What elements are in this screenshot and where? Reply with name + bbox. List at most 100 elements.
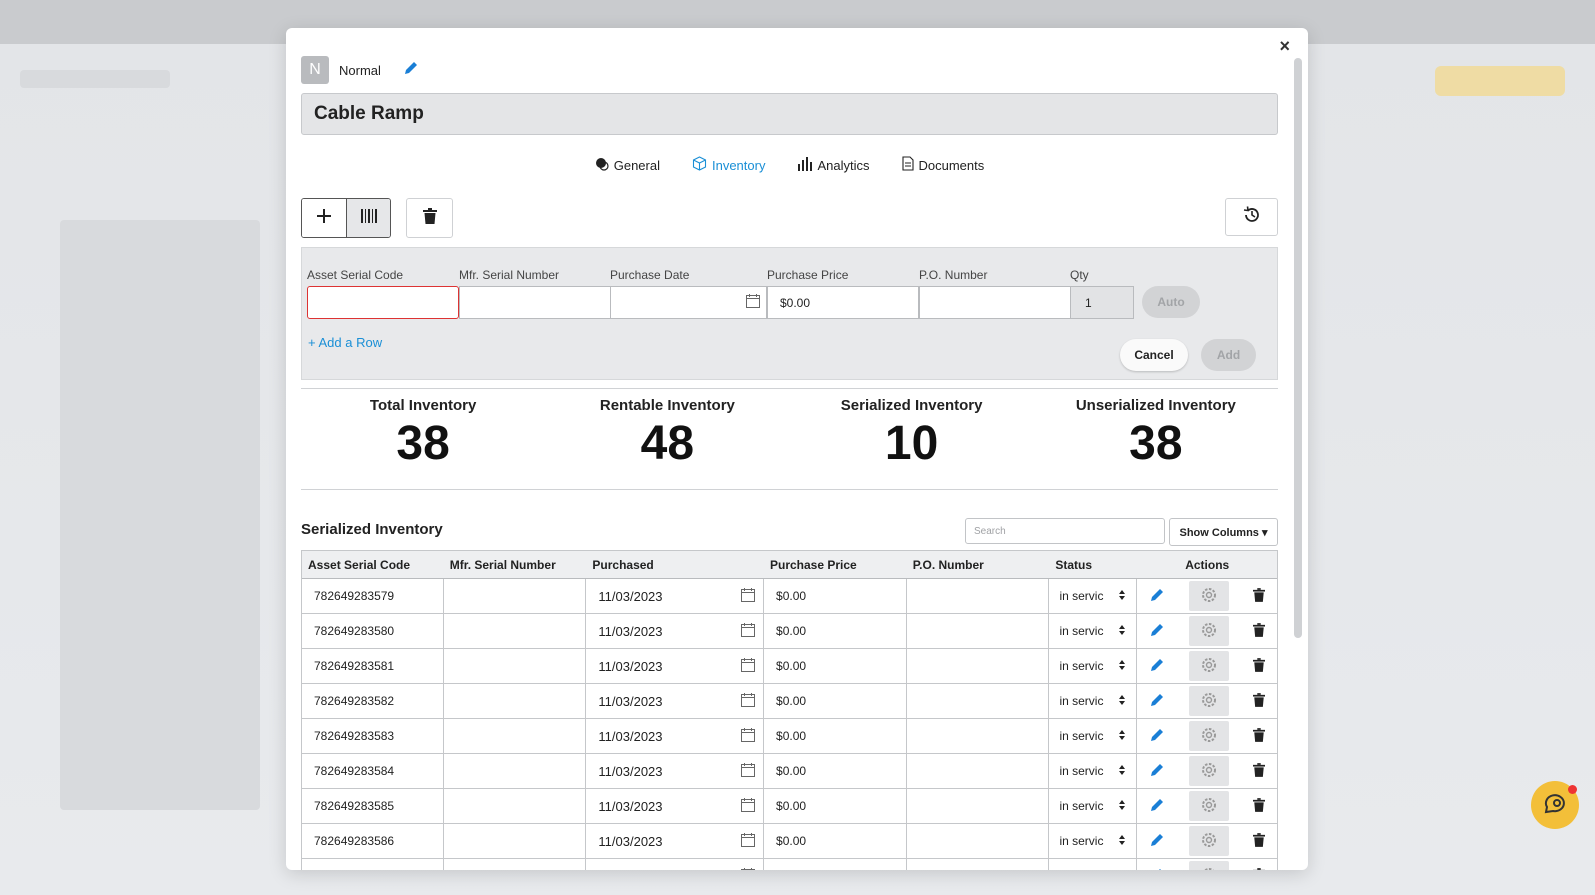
purchased-cell[interactable]: 11/03/2023	[586, 579, 765, 613]
calendar-icon[interactable]	[741, 657, 756, 675]
po-number-cell[interactable]	[907, 649, 1050, 683]
settings-button[interactable]	[1189, 756, 1230, 786]
add-row-link[interactable]: + Add a Row	[308, 335, 382, 350]
purchased-cell[interactable]: 11/03/2023	[586, 754, 765, 788]
settings-button[interactable]	[1189, 861, 1230, 870]
asset-serial-input[interactable]	[307, 286, 459, 319]
price-cell[interactable]: $0.00	[764, 614, 907, 648]
price-cell[interactable]: $0.00	[764, 754, 907, 788]
auto-button[interactable]: Auto	[1142, 286, 1200, 318]
calendar-icon[interactable]	[741, 692, 756, 710]
modal-scrollbar[interactable]	[1294, 58, 1302, 638]
trash-icon[interactable]	[1253, 622, 1266, 640]
barcode-mode-button[interactable]	[346, 199, 390, 237]
col-status[interactable]: Status	[1049, 558, 1137, 572]
col-purchased[interactable]: Purchased	[586, 558, 764, 572]
price-cell[interactable]: $0.00	[764, 649, 907, 683]
po-number-cell[interactable]	[907, 719, 1050, 753]
close-button[interactable]: ×	[1279, 36, 1290, 57]
mfr-serial-cell[interactable]	[444, 719, 587, 753]
table-search-input[interactable]: Search	[965, 518, 1165, 544]
trash-icon[interactable]	[1253, 832, 1266, 850]
mfr-serial-cell[interactable]	[444, 579, 587, 613]
qty-input[interactable]: 1	[1070, 286, 1134, 319]
po-number-cell[interactable]	[907, 789, 1050, 823]
status-select[interactable]: in servic	[1049, 754, 1138, 788]
purchase-date-input[interactable]	[610, 286, 767, 319]
cancel-button[interactable]: Cancel	[1120, 339, 1188, 371]
settings-button[interactable]	[1189, 791, 1230, 821]
trash-icon[interactable]	[1253, 727, 1266, 745]
add-item-button[interactable]	[302, 199, 346, 237]
edit-pencil-icon[interactable]	[1149, 797, 1165, 816]
price-cell[interactable]: $0.00	[764, 859, 907, 870]
asset-serial-cell[interactable]: 782649283586	[302, 824, 444, 858]
settings-button[interactable]	[1189, 826, 1230, 856]
edit-pencil-icon[interactable]	[1149, 587, 1165, 606]
price-cell[interactable]: $0.00	[764, 684, 907, 718]
settings-button[interactable]	[1189, 616, 1230, 646]
status-select[interactable]: in servic	[1049, 859, 1138, 870]
purchased-cell[interactable]: 11/03/2023	[586, 719, 765, 753]
edit-pencil-icon[interactable]	[403, 60, 419, 81]
asset-serial-cell[interactable]: 782649283587	[302, 859, 444, 870]
purchased-cell[interactable]: 11/03/2023	[586, 649, 765, 683]
mfr-serial-cell[interactable]	[444, 614, 587, 648]
status-select[interactable]: in servic	[1049, 684, 1138, 718]
purchased-cell[interactable]: 11/03/2023	[586, 859, 765, 870]
po-number-input[interactable]	[919, 286, 1071, 319]
purchase-price-input[interactable]: $0.00	[767, 286, 919, 319]
trash-icon[interactable]	[1253, 657, 1266, 675]
settings-button[interactable]	[1189, 686, 1230, 716]
status-select[interactable]: in servic	[1049, 719, 1138, 753]
edit-pencil-icon[interactable]	[1149, 727, 1165, 746]
po-number-cell[interactable]	[907, 614, 1050, 648]
show-columns-button[interactable]: Show Columns ▾	[1169, 518, 1278, 546]
mfr-serial-cell[interactable]	[444, 754, 587, 788]
status-select[interactable]: in servic	[1049, 824, 1138, 858]
calendar-icon[interactable]	[741, 587, 756, 605]
mfr-serial-cell[interactable]	[444, 824, 587, 858]
history-button[interactable]	[1225, 198, 1278, 236]
add-button[interactable]: Add	[1201, 339, 1256, 371]
tab-documents[interactable]: Documents	[901, 156, 984, 174]
settings-button[interactable]	[1189, 651, 1230, 681]
asset-serial-cell[interactable]: 782649283582	[302, 684, 444, 718]
price-cell[interactable]: $0.00	[764, 789, 907, 823]
po-number-cell[interactable]	[907, 579, 1050, 613]
mfr-serial-cell[interactable]	[444, 859, 587, 870]
tab-analytics[interactable]: Analytics	[797, 156, 870, 174]
edit-pencil-icon[interactable]	[1149, 867, 1165, 870]
calendar-icon[interactable]	[741, 727, 756, 745]
settings-button[interactable]	[1189, 721, 1230, 751]
col-purchase-price[interactable]: Purchase Price	[764, 558, 907, 572]
calendar-icon[interactable]	[741, 762, 756, 780]
status-select[interactable]: in servic	[1049, 579, 1138, 613]
asset-serial-cell[interactable]: 782649283579	[302, 579, 444, 613]
status-select[interactable]: in servic	[1049, 649, 1138, 683]
status-select[interactable]: in servic	[1049, 614, 1138, 648]
edit-pencil-icon[interactable]	[1149, 657, 1165, 676]
purchased-cell[interactable]: 11/03/2023	[586, 684, 765, 718]
calendar-icon[interactable]	[741, 867, 756, 870]
asset-serial-cell[interactable]: 782649283583	[302, 719, 444, 753]
edit-pencil-icon[interactable]	[1149, 762, 1165, 781]
price-cell[interactable]: $0.00	[764, 719, 907, 753]
price-cell[interactable]: $0.00	[764, 824, 907, 858]
col-mfr-serial[interactable]: Mfr. Serial Number	[444, 558, 587, 572]
po-number-cell[interactable]	[907, 824, 1050, 858]
price-cell[interactable]: $0.00	[764, 579, 907, 613]
po-number-cell[interactable]	[907, 684, 1050, 718]
help-chat-button[interactable]	[1531, 781, 1579, 829]
calendar-icon[interactable]	[741, 797, 756, 815]
edit-pencil-icon[interactable]	[1149, 622, 1165, 641]
settings-button[interactable]	[1189, 581, 1230, 611]
col-asset-serial[interactable]: Asset Serial Code	[302, 558, 444, 572]
asset-serial-cell[interactable]: 782649283584	[302, 754, 444, 788]
purchased-cell[interactable]: 11/03/2023	[586, 789, 765, 823]
po-number-cell[interactable]	[907, 859, 1050, 870]
mfr-serial-cell[interactable]	[444, 684, 587, 718]
asset-serial-cell[interactable]: 782649283585	[302, 789, 444, 823]
mfr-serial-input[interactable]	[459, 286, 611, 319]
trash-icon[interactable]	[1253, 762, 1266, 780]
